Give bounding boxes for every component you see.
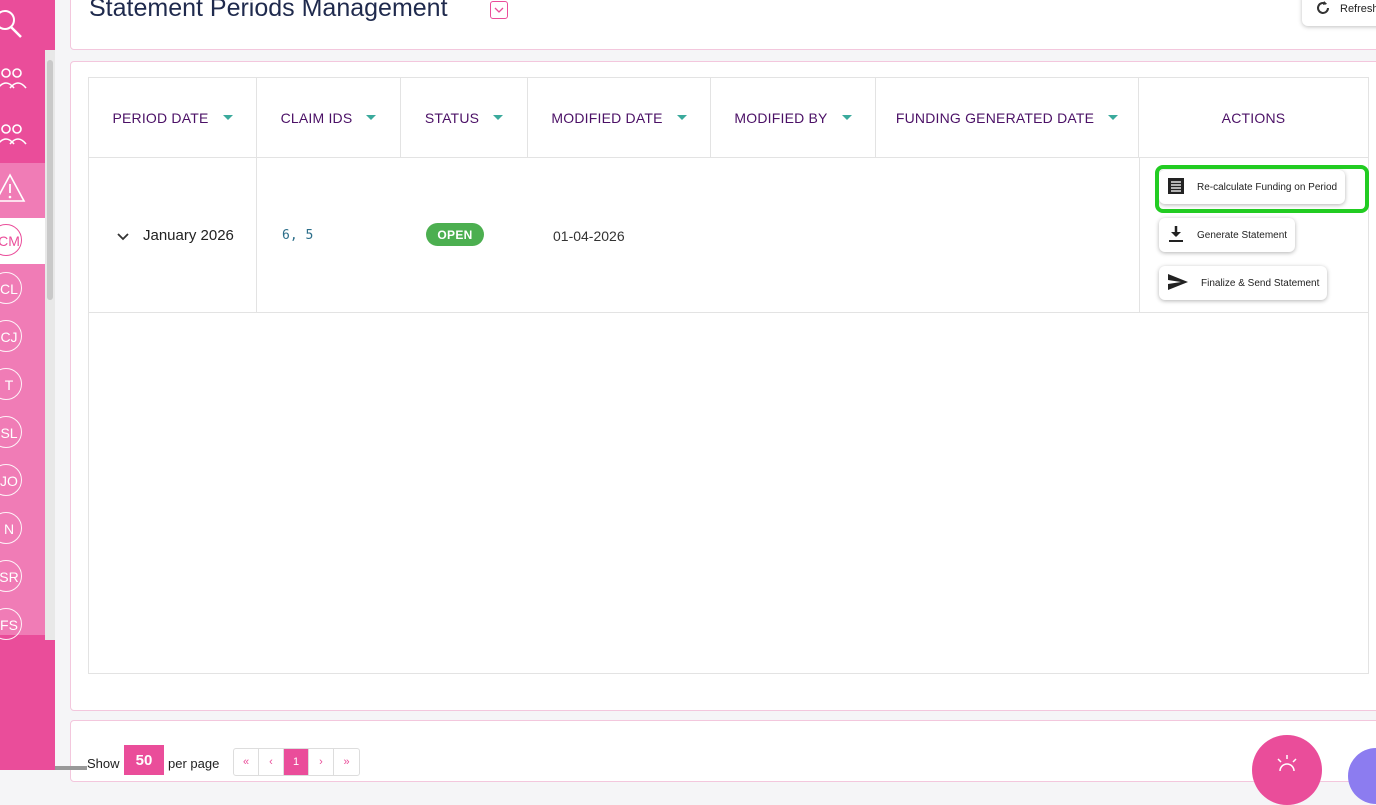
show-label: Show [87, 756, 120, 771]
action-label: Generate Statement [1197, 229, 1288, 241]
send-icon [1167, 273, 1189, 294]
status-badge: OPEN [426, 223, 484, 246]
users-icon[interactable] [0, 66, 28, 97]
warning-icon[interactable] [0, 172, 26, 209]
cell-divider [1139, 157, 1140, 312]
search-icon[interactable] [0, 8, 24, 45]
highlight-box [1155, 165, 1369, 213]
generate-statement-button[interactable]: Generate Statement [1159, 218, 1296, 252]
page-title: Statement Periods Management [89, 0, 448, 22]
chevron-down-icon[interactable] [490, 1, 508, 19]
expand-chevron-icon[interactable] [117, 228, 129, 244]
users-icon[interactable] [0, 122, 28, 153]
first-page-button[interactable]: « [234, 749, 259, 775]
page-size-select[interactable]: 50 [124, 745, 164, 775]
claim-ids-cell[interactable]: 6, 5 [282, 228, 313, 243]
horizontal-scrollbar[interactable] [55, 766, 87, 770]
column-header-period-date[interactable]: PERIOD DATE [89, 78, 257, 157]
page-button-current[interactable]: 1 [284, 749, 309, 775]
refresh-icon [1314, 0, 1332, 20]
refresh-button[interactable]: Refresh [1302, 0, 1376, 26]
column-header-label: STATUS [424, 109, 480, 126]
modified-date-cell: 01-04-2026 [553, 228, 625, 244]
sort-caret-icon[interactable] [366, 115, 377, 120]
column-header-modified-by[interactable]: MODIFIED BY [711, 78, 876, 157]
sort-caret-icon[interactable] [493, 115, 504, 120]
column-header-label: MODIFIED BY [734, 109, 828, 126]
column-header-status[interactable]: STATUS [401, 78, 528, 157]
sort-caret-icon[interactable] [676, 115, 687, 120]
column-header-label: PERIOD DATE [112, 109, 209, 126]
column-header-label: MODIFIED DATE [551, 109, 663, 126]
theme-toggle-button[interactable] [1252, 735, 1322, 805]
sort-caret-icon[interactable] [841, 115, 852, 120]
refresh-label: Refresh [1340, 3, 1376, 15]
cell-divider [256, 157, 257, 312]
last-page-button[interactable]: » [334, 749, 359, 775]
sidebar-scrollbar-thumb[interactable] [47, 60, 53, 300]
header-divider [88, 157, 1369, 158]
action-label: Finalize & Send Statement [1201, 277, 1320, 289]
sidebar: CM CL CJ T SL JO N SR FS [0, 0, 55, 770]
sort-caret-icon[interactable] [1108, 115, 1119, 120]
download-icon [1167, 225, 1185, 246]
prev-page-button[interactable]: ‹ [259, 749, 284, 775]
sort-caret-icon[interactable] [222, 115, 233, 120]
per-page-label: per page [168, 756, 220, 771]
row-divider [88, 312, 1369, 313]
column-header-actions: ACTIONS [1139, 78, 1368, 157]
sun-icon [1274, 753, 1300, 805]
period-date-cell: January 2026 [143, 227, 234, 244]
column-header-funding-generated-date[interactable]: FUNDING GENERATED DATE [876, 78, 1139, 157]
column-header-label: ACTIONS [1221, 109, 1286, 126]
column-header-label: CLAIM IDS [280, 109, 353, 126]
finalize-send-statement-button[interactable]: Finalize & Send Statement [1159, 266, 1328, 300]
pagination: « ‹ 1 › » [233, 748, 360, 776]
column-header-label: FUNDING GENERATED DATE [895, 109, 1095, 126]
column-header-claim-ids[interactable]: CLAIM IDS [257, 78, 401, 157]
column-header-modified-date[interactable]: MODIFIED DATE [528, 78, 711, 157]
next-page-button[interactable]: › [309, 749, 334, 775]
